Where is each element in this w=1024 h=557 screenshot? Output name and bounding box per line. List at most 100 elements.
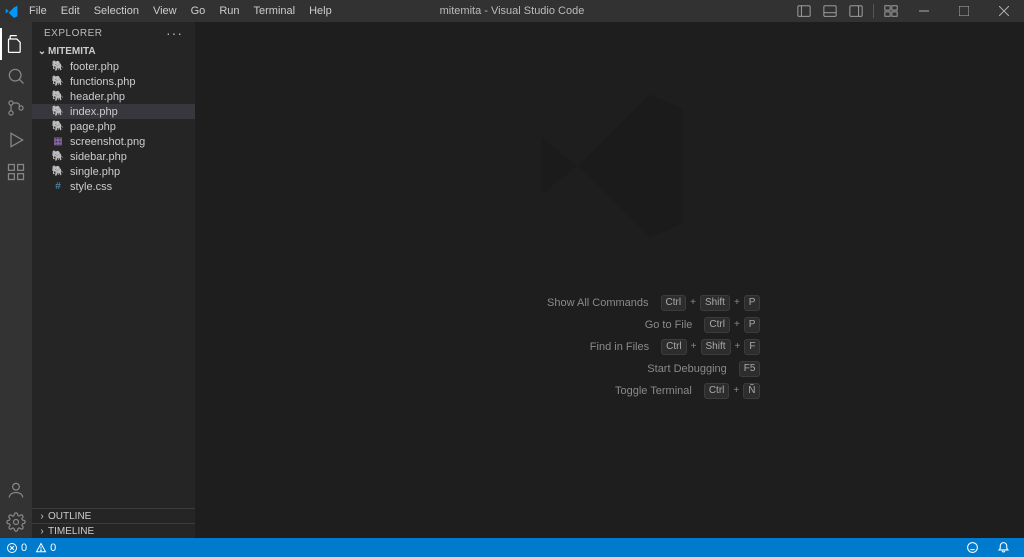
sidebar-more-icon[interactable]: ··· xyxy=(166,25,183,41)
shortcut-keys[interactable]: Ctrl+Shift+P xyxy=(661,295,761,311)
sidebar-header: EXPLORER ··· xyxy=(32,22,195,44)
file-item[interactable]: 🐘 page.php xyxy=(32,119,195,134)
chevron-right-icon: › xyxy=(36,511,48,522)
extensions-icon[interactable] xyxy=(0,156,32,188)
key: Shift xyxy=(700,295,730,311)
php-file-icon: 🐘 xyxy=(50,105,66,119)
file-item[interactable]: 🐘index.php xyxy=(32,104,195,119)
chevron-down-icon: ⌄ xyxy=(36,46,48,57)
key: Shift xyxy=(701,339,731,355)
menu-view[interactable]: View xyxy=(146,0,184,22)
toggle-secondary-sidebar-icon[interactable] xyxy=(843,0,869,22)
key: Ctrl xyxy=(704,317,730,333)
explorer-icon[interactable] xyxy=(0,28,32,60)
statusbar: 0 0 xyxy=(0,538,1024,557)
file-item[interactable]: 🐘 footer.php xyxy=(32,59,195,74)
menu-terminal[interactable]: Terminal xyxy=(247,0,303,22)
menu-file[interactable]: File xyxy=(22,0,54,22)
file-item[interactable]: ▦ screenshot.png xyxy=(32,134,195,149)
timeline-section[interactable]: › TIMELINE xyxy=(32,523,195,538)
key: F xyxy=(744,339,760,355)
file-list: 🐘 footer.php 🐘 functions.php 🐘 header.php🐘ind… xyxy=(32,59,195,194)
shortcut-keys[interactable]: Ctrl+Ñ xyxy=(704,383,761,399)
shortcut-keys[interactable]: F5 xyxy=(739,361,761,377)
maximize-icon[interactable] xyxy=(944,0,984,22)
key: P xyxy=(744,295,761,311)
menu-edit[interactable]: Edit xyxy=(54,0,87,22)
customize-layout-icon[interactable] xyxy=(878,0,904,22)
file-item[interactable]: 🐘single.php xyxy=(32,164,195,179)
file-item[interactable]: 🐘 functions.php xyxy=(32,74,195,89)
status-errors[interactable]: 0 xyxy=(6,542,27,554)
php-file-icon: 🐘 xyxy=(50,90,66,104)
shortcut-row: Show All CommandsCtrl+Shift+P xyxy=(459,295,761,311)
accounts-icon[interactable] xyxy=(0,474,32,506)
plus-separator: + xyxy=(690,297,696,308)
menu-help[interactable]: Help xyxy=(302,0,339,22)
shortcut-keys[interactable]: Ctrl+Shift+F xyxy=(661,339,760,355)
php-file-icon: 🐘 xyxy=(50,75,66,89)
editor-area: Show All CommandsCtrl+Shift+PGo to FileC… xyxy=(195,22,1024,538)
titlebar-controls xyxy=(791,0,1024,22)
shortcut-label: Find in Files xyxy=(459,341,649,353)
img-file-icon: ▦ xyxy=(50,135,66,149)
plus-separator: + xyxy=(691,341,697,352)
shortcut-row: Toggle TerminalCtrl+Ñ xyxy=(459,383,761,399)
titlebar: File Edit Selection View Go Run Terminal… xyxy=(0,0,1024,22)
file-name: page.php xyxy=(70,121,116,133)
key: Ctrl xyxy=(661,295,687,311)
menu-selection[interactable]: Selection xyxy=(87,0,146,22)
run-debug-icon[interactable] xyxy=(0,124,32,156)
key: Ctrl xyxy=(704,383,730,399)
search-icon[interactable] xyxy=(0,60,32,92)
status-warnings[interactable]: 0 xyxy=(35,542,56,554)
file-name: header.php xyxy=(70,91,125,103)
sidebar: EXPLORER ··· ⌄ MITEMITA 🐘 footer.php 🐘 func… xyxy=(32,22,195,538)
file-name: screenshot.png xyxy=(70,136,145,148)
css-file-icon: # xyxy=(50,180,66,194)
folder-name: MITEMITA xyxy=(48,46,96,57)
toggle-primary-sidebar-icon[interactable] xyxy=(791,0,817,22)
settings-gear-icon[interactable] xyxy=(0,506,32,538)
file-name: single.php xyxy=(70,166,120,178)
status-bell-icon[interactable] xyxy=(997,541,1010,554)
file-item[interactable]: 🐘sidebar.php xyxy=(32,149,195,164)
menu-go[interactable]: Go xyxy=(184,0,213,22)
plus-separator: + xyxy=(735,341,741,352)
key: F5 xyxy=(739,361,761,377)
php-file-icon: 🐘 xyxy=(50,120,66,134)
file-item[interactable]: 🐘 header.php xyxy=(32,89,195,104)
vscode-app-icon xyxy=(0,4,22,18)
folder-header[interactable]: ⌄ MITEMITA xyxy=(32,44,195,59)
file-name: style.css xyxy=(70,181,112,193)
close-icon[interactable] xyxy=(984,0,1024,22)
sidebar-title: EXPLORER xyxy=(44,28,102,39)
error-count: 0 xyxy=(21,542,27,554)
php-file-icon: 🐘 xyxy=(50,150,66,164)
shortcut-label: Show All Commands xyxy=(459,297,649,309)
key: Ctrl xyxy=(661,339,687,355)
menu-bar: File Edit Selection View Go Run Terminal… xyxy=(22,0,339,22)
php-file-icon: 🐘 xyxy=(50,60,66,74)
outline-label: OUTLINE xyxy=(48,511,91,522)
shortcut-label: Go to File xyxy=(502,319,692,331)
chevron-right-icon: › xyxy=(36,526,48,537)
file-item[interactable]: # style.css xyxy=(32,179,195,194)
outline-section[interactable]: › OUTLINE xyxy=(32,508,195,523)
key: Ñ xyxy=(743,383,760,399)
key: P xyxy=(744,317,761,333)
status-feedback-icon[interactable] xyxy=(966,541,979,554)
shortcut-row: Find in FilesCtrl+Shift+F xyxy=(459,339,761,355)
vscode-watermark-icon xyxy=(520,76,700,261)
file-name: footer.php xyxy=(70,61,119,73)
source-control-icon[interactable] xyxy=(0,92,32,124)
toggle-panel-icon[interactable] xyxy=(817,0,843,22)
plus-separator: + xyxy=(734,297,740,308)
shortcut-keys[interactable]: Ctrl+P xyxy=(704,317,760,333)
minimize-icon[interactable] xyxy=(904,0,944,22)
timeline-label: TIMELINE xyxy=(48,526,94,537)
file-name: functions.php xyxy=(70,76,135,88)
shortcuts-panel: Show All CommandsCtrl+Shift+PGo to FileC… xyxy=(459,289,761,405)
shortcut-row: Go to File Ctrl+P xyxy=(459,317,761,333)
menu-run[interactable]: Run xyxy=(212,0,246,22)
